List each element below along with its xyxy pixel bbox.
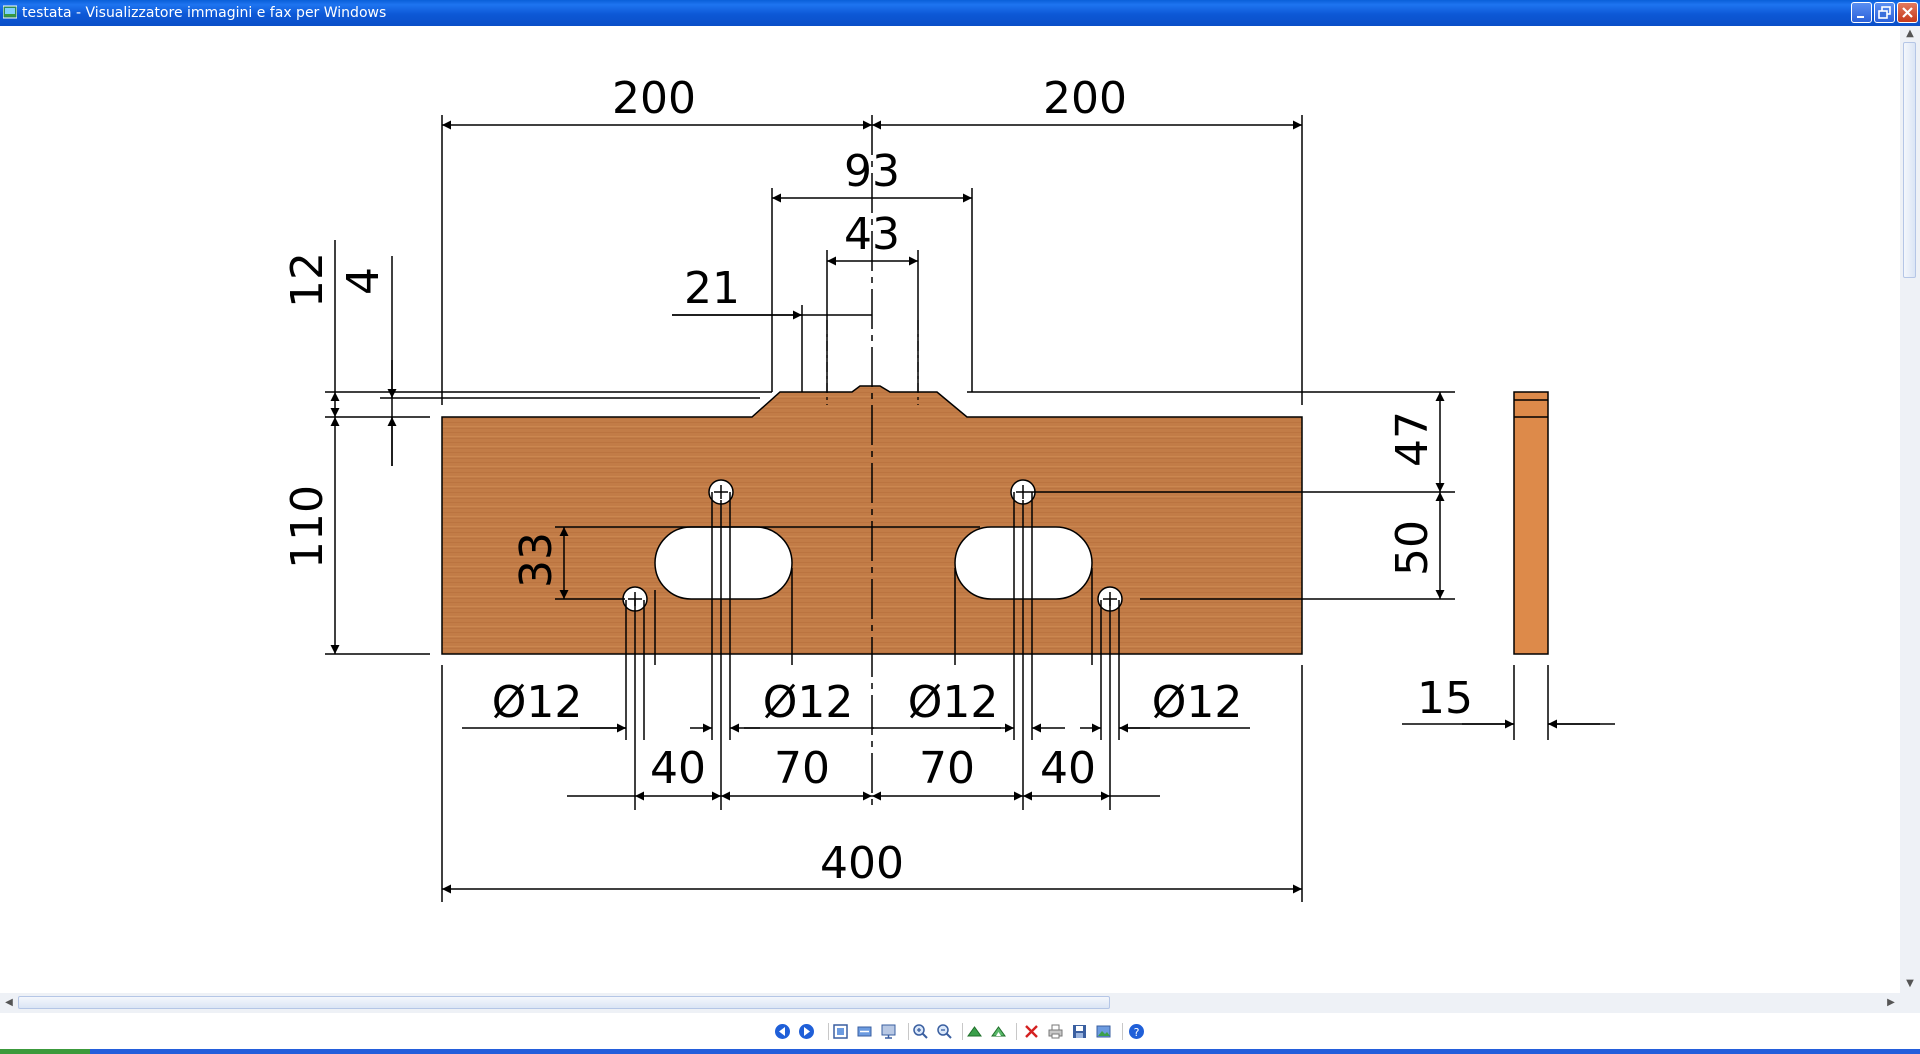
- image-canvas[interactable]: 200 200 93 43 21 400 15 Ø12 Ø12 Ø12 Ø12 …: [0, 26, 1900, 993]
- dim-21: 21: [684, 263, 740, 314]
- dim-hole-3: Ø12: [908, 677, 999, 728]
- dim-40-right: 40: [1040, 743, 1096, 794]
- print-icon[interactable]: [1047, 1023, 1064, 1040]
- zoom-out-icon[interactable]: [936, 1023, 953, 1040]
- taskbar: [0, 1049, 1920, 1054]
- scroll-right-icon[interactable]: ▶: [1884, 996, 1898, 1010]
- dim-15: 15: [1417, 673, 1473, 724]
- svg-text:?: ?: [1134, 1026, 1140, 1039]
- restore-icon: [1878, 6, 1891, 19]
- toolbar-separator: [1016, 1023, 1017, 1040]
- dim-93: 93: [844, 146, 900, 197]
- horizontal-scroll-thumb[interactable]: [18, 996, 1110, 1009]
- scroll-up-icon[interactable]: ▲: [1903, 27, 1917, 41]
- toolbar-separator: [908, 1023, 909, 1040]
- dim-hole-4: Ø12: [1152, 677, 1243, 728]
- side-view-board: [1513, 391, 1549, 655]
- scroll-left-icon[interactable]: ◀: [2, 996, 16, 1010]
- actual-size-icon[interactable]: [856, 1023, 873, 1040]
- dim-200-left: 200: [612, 73, 696, 124]
- dim-400: 400: [820, 838, 904, 889]
- close-button[interactable]: [1897, 2, 1918, 23]
- dim-47: 47: [1387, 411, 1438, 467]
- dim-hole-2: Ø12: [763, 677, 854, 728]
- start-button[interactable]: [0, 1049, 90, 1054]
- edit-icon[interactable]: [1095, 1023, 1112, 1040]
- scrollbar-corner: [1900, 993, 1920, 1013]
- dim-hole-1: Ø12: [492, 677, 583, 728]
- minimize-button[interactable]: [1851, 2, 1872, 23]
- viewer-toolbar: ?: [0, 1013, 1920, 1049]
- help-icon[interactable]: ?: [1128, 1023, 1145, 1040]
- zoom-in-icon[interactable]: [912, 1023, 929, 1040]
- save-icon[interactable]: [1071, 1023, 1088, 1040]
- next-image-icon[interactable]: [798, 1023, 815, 1040]
- dim-33: 33: [511, 532, 562, 588]
- close-icon: [1902, 7, 1913, 18]
- toolbar-separator: [828, 1023, 829, 1040]
- scroll-down-icon[interactable]: ▼: [1903, 977, 1917, 991]
- vertical-scrollbar[interactable]: ▲ ▼: [1900, 26, 1920, 993]
- previous-image-icon[interactable]: [774, 1023, 791, 1040]
- dim-50: 50: [1387, 520, 1438, 576]
- toolbar-separator: [962, 1023, 963, 1040]
- best-fit-icon[interactable]: [832, 1023, 849, 1040]
- dim-40-left: 40: [650, 743, 706, 794]
- dim-43: 43: [844, 209, 900, 260]
- vertical-scroll-thumb[interactable]: [1903, 42, 1916, 278]
- slideshow-icon[interactable]: [880, 1023, 897, 1040]
- dim-110: 110: [282, 485, 333, 569]
- rotate-counterclockwise-icon[interactable]: [990, 1023, 1007, 1040]
- dim-4: 4: [338, 267, 389, 295]
- window-title: testata - Visualizzatore immagini e fax …: [22, 5, 387, 21]
- dim-200-right: 200: [1043, 73, 1127, 124]
- rotate-clockwise-icon[interactable]: [966, 1023, 983, 1040]
- slot-left: [654, 526, 793, 600]
- dim-12: 12: [282, 252, 333, 308]
- delete-icon[interactable]: [1023, 1023, 1040, 1040]
- toolbar-separator: [1122, 1023, 1123, 1040]
- image-viewer-icon: [3, 5, 17, 19]
- horizontal-scrollbar[interactable]: ◀ ▶: [0, 993, 1900, 1013]
- dim-70-right: 70: [919, 743, 975, 794]
- dim-70-left: 70: [774, 743, 830, 794]
- minimize-icon: [1857, 16, 1864, 18]
- restore-button[interactable]: [1874, 2, 1895, 23]
- title-bar: testata - Visualizzatore immagini e fax …: [0, 0, 1920, 26]
